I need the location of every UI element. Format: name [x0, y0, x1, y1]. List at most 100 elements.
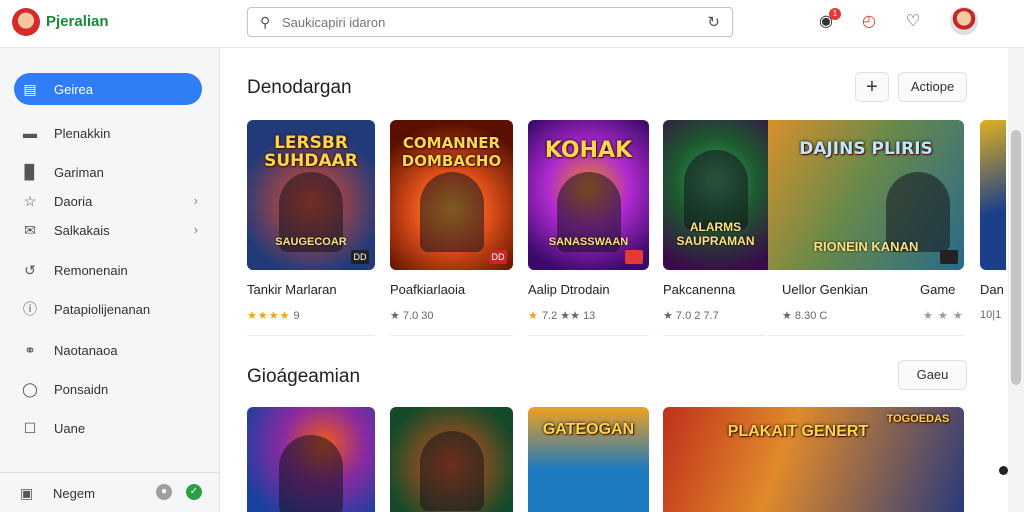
divider	[663, 335, 766, 336]
alarm-icon[interactable]: ◴	[857, 10, 881, 34]
game-cover[interactable]	[247, 407, 375, 512]
sidebar-item-label: Naotanaoa	[54, 343, 118, 358]
sidebar-item-plenakkin[interactable]: ▬ Plenakkin	[14, 117, 202, 149]
info-icon: ⓘ	[23, 301, 37, 317]
add-button[interactable]: +	[855, 72, 889, 102]
game-cover[interactable]: COMANNER DOMBACHO DD	[390, 120, 513, 270]
game-rating: ★★★★ 9	[247, 309, 300, 322]
divider	[528, 335, 649, 336]
scroll-indicator	[999, 466, 1008, 475]
search-icon: ⚲	[260, 14, 271, 30]
game-title[interactable]: Dan	[980, 282, 1004, 297]
game-title[interactable]: Poafkiarlaoia	[390, 282, 465, 297]
sidebar-item-label: Plenakkin	[54, 126, 111, 141]
app-brand: Pjeralian	[46, 13, 109, 30]
game-card-partial[interactable]: Dan 10|1	[980, 120, 1006, 336]
section-title-2: Gioágeamian	[247, 366, 361, 387]
scrollbar-thumb[interactable]	[1011, 130, 1021, 385]
hero-figure	[420, 431, 484, 511]
section-action-button-1[interactable]: Actiope	[898, 72, 967, 102]
game-card[interactable]: COMANNER DOMBACHO DD Poafkiarlaoia ★ 7.0…	[390, 120, 513, 336]
sidebar-item-patapiolijenanan[interactable]: ⓘ Patapiolijenanan	[14, 293, 202, 325]
top-bar: Pjeralian ⚲ ↻ ◉ 1 ◴ ♡	[0, 0, 1024, 48]
cover-title: PLAKAIT GENERT	[727, 423, 869, 440]
platform-tag	[940, 250, 958, 264]
refresh-icon[interactable]: ↻	[707, 13, 720, 31]
sidebar-item-label: Salkakais	[54, 223, 110, 238]
search-box[interactable]: ⚲ ↻	[247, 7, 733, 37]
game-cover[interactable]: DAJINS PLIRIS RIONEIN KANAN	[768, 120, 964, 270]
game-title[interactable]: Aalip Dtrodain	[528, 282, 610, 297]
cover-title: LERSBR SUHDAAR	[264, 133, 358, 171]
sidebar-item-label: Patapiolijenanan	[54, 302, 151, 317]
rating-stars: ★ ★ ★	[923, 310, 964, 322]
status-grey-icon[interactable]: ●	[156, 484, 172, 500]
sidebar-item-remonenain[interactable]: ↺ Remonenain	[14, 254, 202, 286]
cover-title: COMANNER DOMBACHO	[401, 134, 502, 170]
platform-tag: DD	[489, 250, 507, 264]
chevron-right-icon: ›	[193, 193, 198, 208]
sidebar-item-label: Ponsaidn	[54, 382, 109, 397]
bar-chart-icon: ▉	[24, 164, 36, 180]
game-card-featured[interactable]: DAJINS PLIRIS RIONEIN KANAN Uellor Genki…	[768, 120, 964, 336]
game-rating: ★ 7.2 ★★ 13	[528, 309, 595, 322]
status-check-icon[interactable]: ✓	[186, 484, 202, 500]
search-input[interactable]	[282, 12, 682, 32]
circle-icon: ◯	[22, 381, 38, 397]
sidebar-item-label: Gariman	[54, 165, 104, 180]
platform-tag	[625, 250, 643, 264]
avatar[interactable]	[950, 7, 978, 35]
sidebar-item-gariman[interactable]: ▉ Gariman	[14, 156, 202, 188]
bell-icon[interactable]: ♡	[901, 10, 925, 34]
cover-subtitle: RIONEIN KANAN	[813, 239, 919, 254]
hero-figure	[279, 435, 343, 512]
game-rating: ★ 7.0 2 7.7	[663, 310, 719, 322]
notification-badge: 1	[829, 8, 841, 20]
sidebar-item-label: Remonenain	[54, 263, 128, 278]
cover-title: GATEOGAN	[542, 421, 635, 438]
sidebar-item-naotanaoa[interactable]: ⚭ Naotanaoa	[14, 334, 202, 366]
section-title-1: Denodargan	[247, 77, 352, 98]
game-cover[interactable]: GATEOGAN	[528, 407, 649, 512]
cover-subtitle: TOGOEDAS	[886, 413, 950, 425]
game-rating: ★ 8.30 C	[782, 310, 828, 322]
game-cover[interactable]: KOHAK SANASSWAAN	[528, 120, 649, 270]
game-cover[interactable]: PLAKAIT GENERT TOGOEDAS	[663, 407, 964, 512]
game-cover[interactable]: LERSBR SUHDAAR SAUGECOAR DD	[247, 120, 375, 270]
cover-subtitle: SANASSWAAN	[548, 236, 629, 248]
sidebar-item-ponsaidn[interactable]: ◯ Ponsaidn	[14, 373, 202, 405]
checkbox-icon: ☐	[23, 420, 37, 436]
rating-stars: ★	[528, 310, 539, 322]
app-logo[interactable]	[12, 8, 40, 36]
divider	[247, 335, 375, 336]
cover-subtitle: SAUGECOAR	[275, 236, 347, 248]
rating-value: 7.2 ★★ 13	[541, 310, 596, 322]
sidebar-footer-label[interactable]: Negem	[53, 486, 95, 501]
game-title[interactable]: Uellor Genkian	[782, 282, 868, 297]
chat-icon: ⚭	[24, 342, 36, 358]
game-title[interactable]: Pakcanenna	[663, 282, 735, 297]
trash-icon[interactable]: ▣	[20, 485, 33, 502]
sidebar-item-geirea[interactable]: ▤ Geirea	[14, 73, 202, 105]
game-cover[interactable]	[390, 407, 513, 512]
platform-tag: DD	[351, 250, 369, 264]
game-card[interactable]: KOHAK SANASSWAAN Aalip Dtrodain ★ 7.2 ★★…	[528, 120, 649, 336]
sidebar-item-label: Daoria	[54, 194, 93, 209]
game-cover[interactable]	[980, 120, 1006, 270]
star-icon: ☆	[23, 193, 37, 209]
rating-stars: ★★★★	[247, 310, 291, 322]
game-card[interactable]: ALARMS SAUPRAMAN Pakcanenna ★ 7.0 2 7.7	[663, 120, 768, 336]
section-action-button-2[interactable]: Gaeu	[898, 360, 967, 390]
game-title[interactable]: Tankir Marlaran	[247, 282, 337, 297]
sidebar-item-uane[interactable]: ☐ Uane	[14, 412, 202, 444]
calendar-icon: ▤	[23, 81, 37, 97]
sidebar-item-label: Geirea	[54, 82, 94, 97]
divider	[768, 335, 964, 336]
game-card[interactable]: LERSBR SUHDAAR SAUGECOAR DD Tankir Marla…	[247, 120, 375, 336]
cover-title: KOHAK	[544, 138, 633, 163]
sidebar-item-daoria[interactable]: ☆ Daoria ›	[14, 185, 202, 217]
game-rating: 10|1	[980, 309, 1002, 321]
game-cover[interactable]: ALARMS SAUPRAMAN	[663, 120, 768, 270]
sidebar-item-salkakais[interactable]: ✉ Salkakais ›	[14, 214, 202, 246]
square-icon: ▬	[23, 125, 37, 141]
